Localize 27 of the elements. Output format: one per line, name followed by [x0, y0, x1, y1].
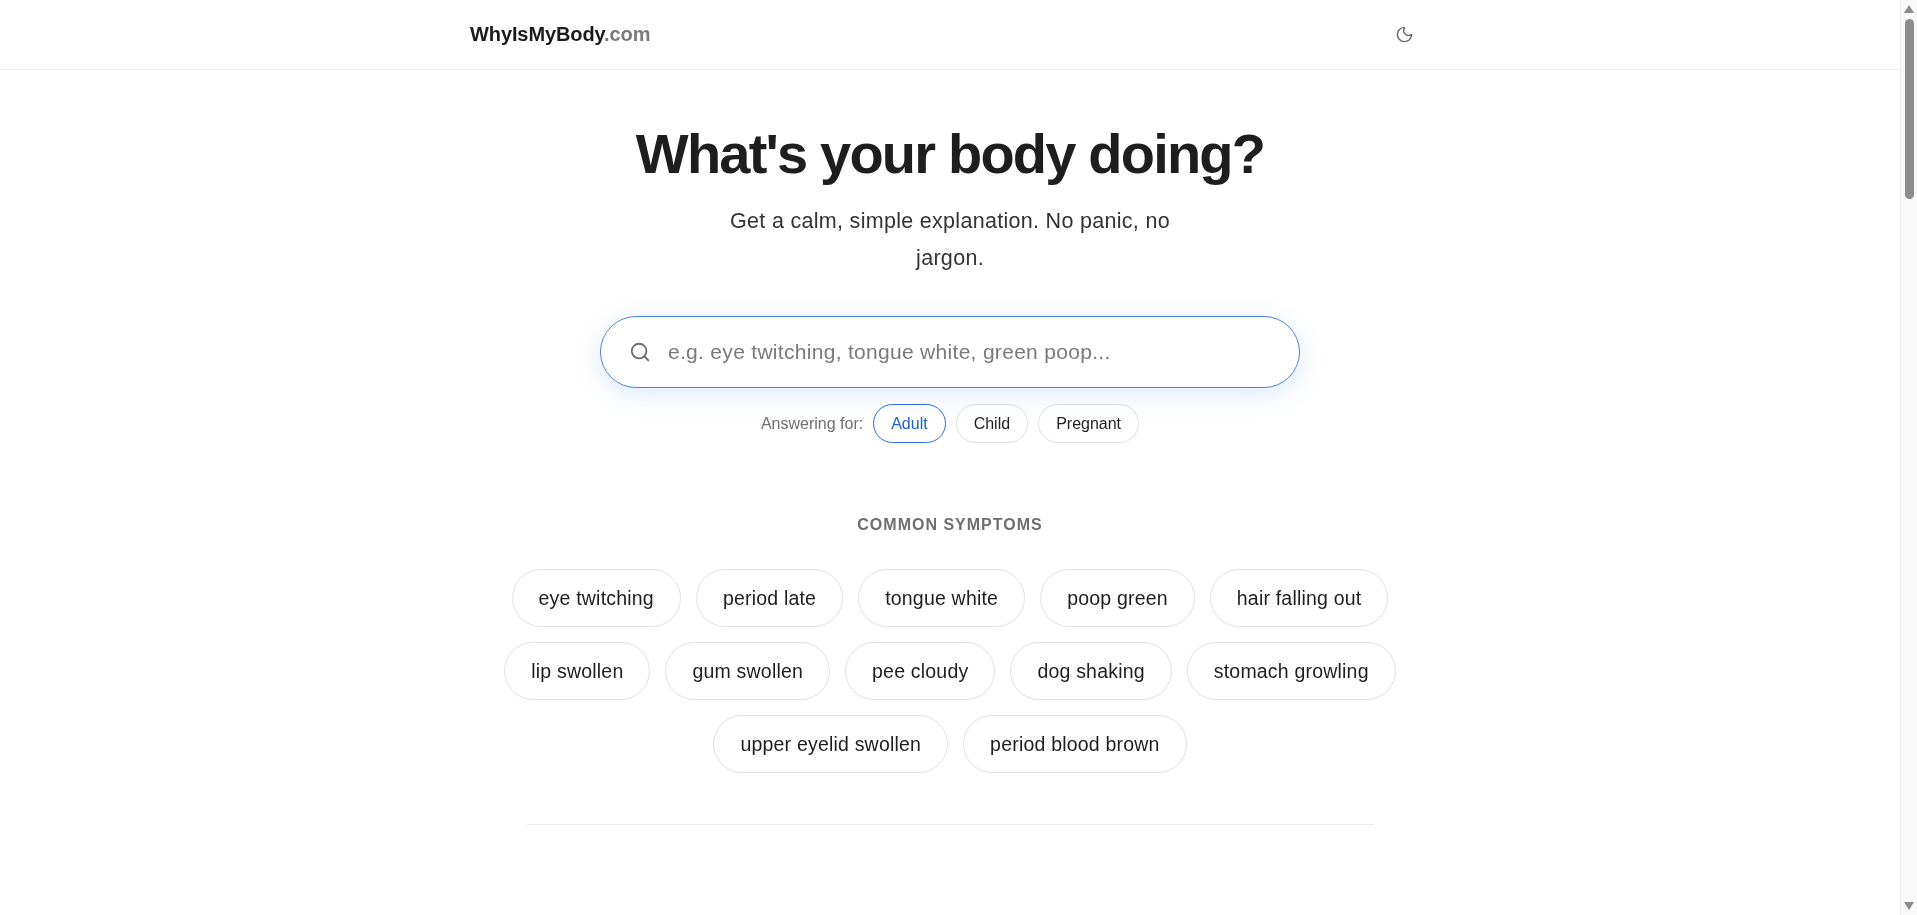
symptom-chip[interactable]: stomach growling — [1186, 642, 1396, 700]
page-subtitle: Get a calm, simple explanation. No panic, no jargon. — [729, 208, 1171, 272]
symptom-chip[interactable]: upper eyelid swollen — [713, 715, 949, 773]
scrollbar-thumb[interactable] — [1904, 19, 1914, 199]
audience-option[interactable]: Pregnant — [1038, 404, 1140, 443]
audience-label: Answering for: — [760, 414, 864, 433]
symptom-chip[interactable]: period late — [695, 569, 844, 627]
page-title: What's your body doing? — [635, 121, 1265, 187]
search-field[interactable]: e.g. eye twitching, tongue white, green poop... — [600, 316, 1300, 388]
symptom-chip[interactable]: poop green — [1040, 569, 1195, 627]
symptom-chip[interactable]: tongue white — [858, 569, 1026, 627]
symptom-chip[interactable]: hair falling out — [1209, 569, 1389, 627]
symptom-chip[interactable]: gum swollen — [665, 642, 831, 700]
scroll-up-icon[interactable] — [1904, 5, 1914, 13]
section-heading: COMMON SYMPTOMS — [857, 515, 1043, 535]
symptom-chip[interactable]: dog shaking — [1010, 642, 1172, 700]
symptom-chip[interactable]: period blood brown — [963, 715, 1187, 773]
symptom-chip[interactable]: eye twitching — [511, 569, 681, 627]
moon-icon — [1394, 25, 1414, 44]
scroll-down-icon[interactable] — [1904, 902, 1914, 910]
search-icon — [629, 341, 651, 363]
symptom-chip[interactable]: lip swollen — [504, 642, 651, 700]
audience-option[interactable]: Adult — [873, 404, 946, 443]
audience-option[interactable]: Child — [955, 404, 1029, 443]
scrollbar[interactable] — [1900, 0, 1917, 915]
site-logo[interactable]: WhyIsMyBody.com — [470, 23, 651, 46]
symptom-chip[interactable]: pee cloudy — [845, 642, 996, 700]
